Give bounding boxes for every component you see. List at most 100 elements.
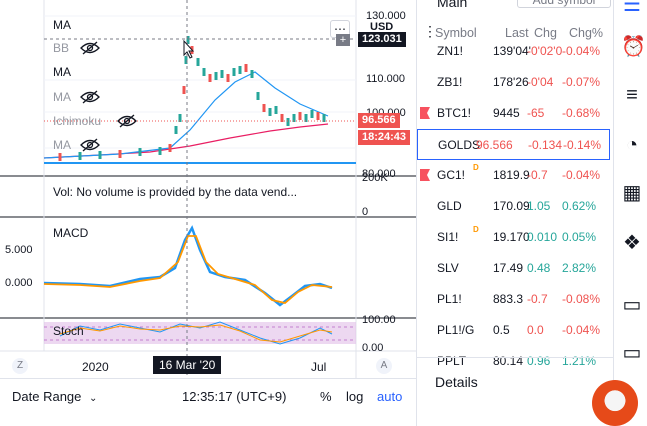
hidden-eye-icon[interactable] <box>80 138 100 152</box>
auto-scale-a-button[interactable]: A <box>376 358 392 374</box>
watchlist-row[interactable]: GC1! 1819.9 -0.7 -0.04% D <box>417 160 614 191</box>
macd-signal-line <box>43 235 333 304</box>
bottom-toolbar: Date Range ⌄ 12:35:17 (UTC+9) % log auto <box>0 378 416 426</box>
chat-icon[interactable]: ▭ <box>621 294 643 316</box>
chevron-down-icon: ⌄ <box>89 393 98 404</box>
list-icon[interactable]: ≡ <box>621 84 643 106</box>
price-candle <box>310 110 314 118</box>
details-label: Details <box>435 374 478 390</box>
price-candle <box>286 118 290 126</box>
date-range-label: Date Range <box>12 389 82 404</box>
price-candle <box>138 148 142 156</box>
price-candle <box>274 106 278 114</box>
chart-area[interactable]: MA BB MA MA Ichimoku MA Vol: No volume is pro… <box>0 0 416 426</box>
watchlist-chgp: 0.05% <box>562 230 597 244</box>
watchlist-last: 170.09 <box>493 199 530 213</box>
clock-display[interactable]: 12:35:17 (UTC+9) <box>182 389 286 404</box>
price-tick: 130.000 <box>366 10 406 22</box>
price-candle <box>168 144 172 152</box>
hidden-eye-icon[interactable] <box>80 41 100 55</box>
watchlist-symbol: SLV <box>437 261 459 275</box>
watchlist-symbol: PL1!/G <box>437 323 475 337</box>
watchlist-last: 0.5 <box>493 323 510 337</box>
indicator-label[interactable]: Ichimoku <box>53 113 101 129</box>
watchlist-row[interactable]: PL1! 883.3 -0.7 -0.08% <box>417 284 614 315</box>
watchlist-chgp: 0.62% <box>562 199 597 213</box>
add-symbol-button[interactable]: Add symbol <box>517 0 611 8</box>
price-candle <box>174 126 178 134</box>
price-candle <box>232 68 236 76</box>
price-candle <box>250 70 254 78</box>
price-candle <box>182 86 186 94</box>
add-plus-button[interactable]: + <box>336 34 350 46</box>
price-candle <box>226 74 230 82</box>
zoom-z-button[interactable]: Z <box>12 358 28 374</box>
watchlist-row[interactable]: ZB1! 178'26 -0'04 -0.07% <box>417 67 614 98</box>
indicator-label[interactable]: BB <box>53 40 69 56</box>
time-tick: 2020 <box>82 360 109 374</box>
hidden-eye-icon[interactable] <box>80 90 100 104</box>
watchlist-chgp: -0.08% <box>562 292 601 306</box>
lightbulb-icon[interactable]: ❖ <box>621 232 643 254</box>
watchlist-last: 883.3 <box>493 292 524 306</box>
avatar[interactable] <box>592 380 638 426</box>
crosshair-price-tag: 123.031 <box>358 32 406 47</box>
price-candle <box>298 112 302 120</box>
watchlist-row[interactable]: BTC1! 9445 -65 -0.68% <box>417 98 614 129</box>
pie-chart-icon[interactable]: ◔ <box>621 134 643 156</box>
message-icon[interactable]: ▭ <box>621 342 643 364</box>
macd-tick: 0.000 <box>5 277 33 289</box>
watchlist-icon[interactable]: ☰ <box>621 0 643 16</box>
macd-label[interactable]: MACD <box>53 226 88 240</box>
stoch-tick: 0.00 <box>362 342 384 354</box>
price-candle <box>256 92 260 100</box>
watchlist-row[interactable]: PL1!/G 0.5 0.0 -0.04% <box>417 315 614 346</box>
price-candle <box>196 58 200 66</box>
indicator-label[interactable]: MA <box>53 89 71 105</box>
calendar-icon[interactable]: ▦ <box>621 182 643 204</box>
indicator-label[interactable]: MA <box>53 137 71 153</box>
watchlist-chgp: -0.04% <box>562 323 601 337</box>
hidden-eye-icon[interactable] <box>117 114 137 128</box>
watchlist-row[interactable]: GLD 170.09 1.05 0.62% <box>417 191 614 222</box>
right-rail: ☰ ⏰ ≡ ◔ ▦ ❖ ▭ ▭ <box>592 0 647 426</box>
price-candle <box>238 66 242 74</box>
watchlist-row[interactable]: ZN1! 139'04' -0'02'0 -0.04% <box>417 36 614 67</box>
watchlist-symbol: PL1! <box>437 292 462 306</box>
price-candle <box>202 68 206 76</box>
date-range-button[interactable]: Date Range ⌄ <box>12 389 97 404</box>
watchlist-symbol: SI1! <box>437 230 459 244</box>
delayed-badge: D <box>473 225 479 234</box>
indicator-label[interactable]: MA <box>53 64 71 80</box>
red-flag-icon[interactable] <box>420 107 430 119</box>
watchlist-last: 96.566 <box>476 138 513 152</box>
red-flag-icon[interactable] <box>420 169 430 181</box>
indicator-label[interactable]: MA <box>53 17 71 33</box>
watchlist-chg: 0.48 <box>527 261 551 275</box>
volume-tick: 0 <box>362 206 369 218</box>
watchlist-row[interactable]: SLV 17.49 0.48 2.82% <box>417 253 614 284</box>
watchlist-symbol: GC1! <box>437 168 466 182</box>
watchlist-chg: -0.7 <box>527 168 548 182</box>
stoch-label[interactable]: Stoch <box>53 324 84 338</box>
watchlist-chg: -0'04 <box>527 75 554 89</box>
watchlist-row[interactable]: GOLDS 96.566 -0.134 -0.14% <box>417 129 610 160</box>
watchlist-last: 19.170 <box>493 230 530 244</box>
watchlist-chg: 0.010 <box>527 230 558 244</box>
watchlist-panel: Main Add symbol ⋮ Symbol Last Chg Chg% Z… <box>416 0 614 426</box>
details-section[interactable]: Details <box>417 357 614 409</box>
volume-tick: 200K <box>362 172 388 184</box>
watchlist-last: 9445 <box>493 106 520 120</box>
watchlist-title[interactable]: Main <box>437 0 467 10</box>
watchlist-symbol: ZB1! <box>437 75 463 89</box>
watchlist-row[interactable]: SI1! 19.170 0.010 0.05% D <box>417 222 614 253</box>
watchlist-chg: -0.7 <box>527 292 548 306</box>
alarm-icon[interactable]: ⏰ <box>621 36 646 58</box>
watchlist-last: 139'04' <box>493 44 531 58</box>
log-toggle[interactable]: log <box>346 389 363 404</box>
watchlist-last: 1819.9 <box>493 168 530 182</box>
watchlist-chg: -0.134 <box>528 138 563 152</box>
percent-toggle[interactable]: % <box>320 389 332 404</box>
watchlist-chg: -0'02'0 <box>527 44 563 58</box>
auto-toggle[interactable]: auto <box>377 389 402 404</box>
